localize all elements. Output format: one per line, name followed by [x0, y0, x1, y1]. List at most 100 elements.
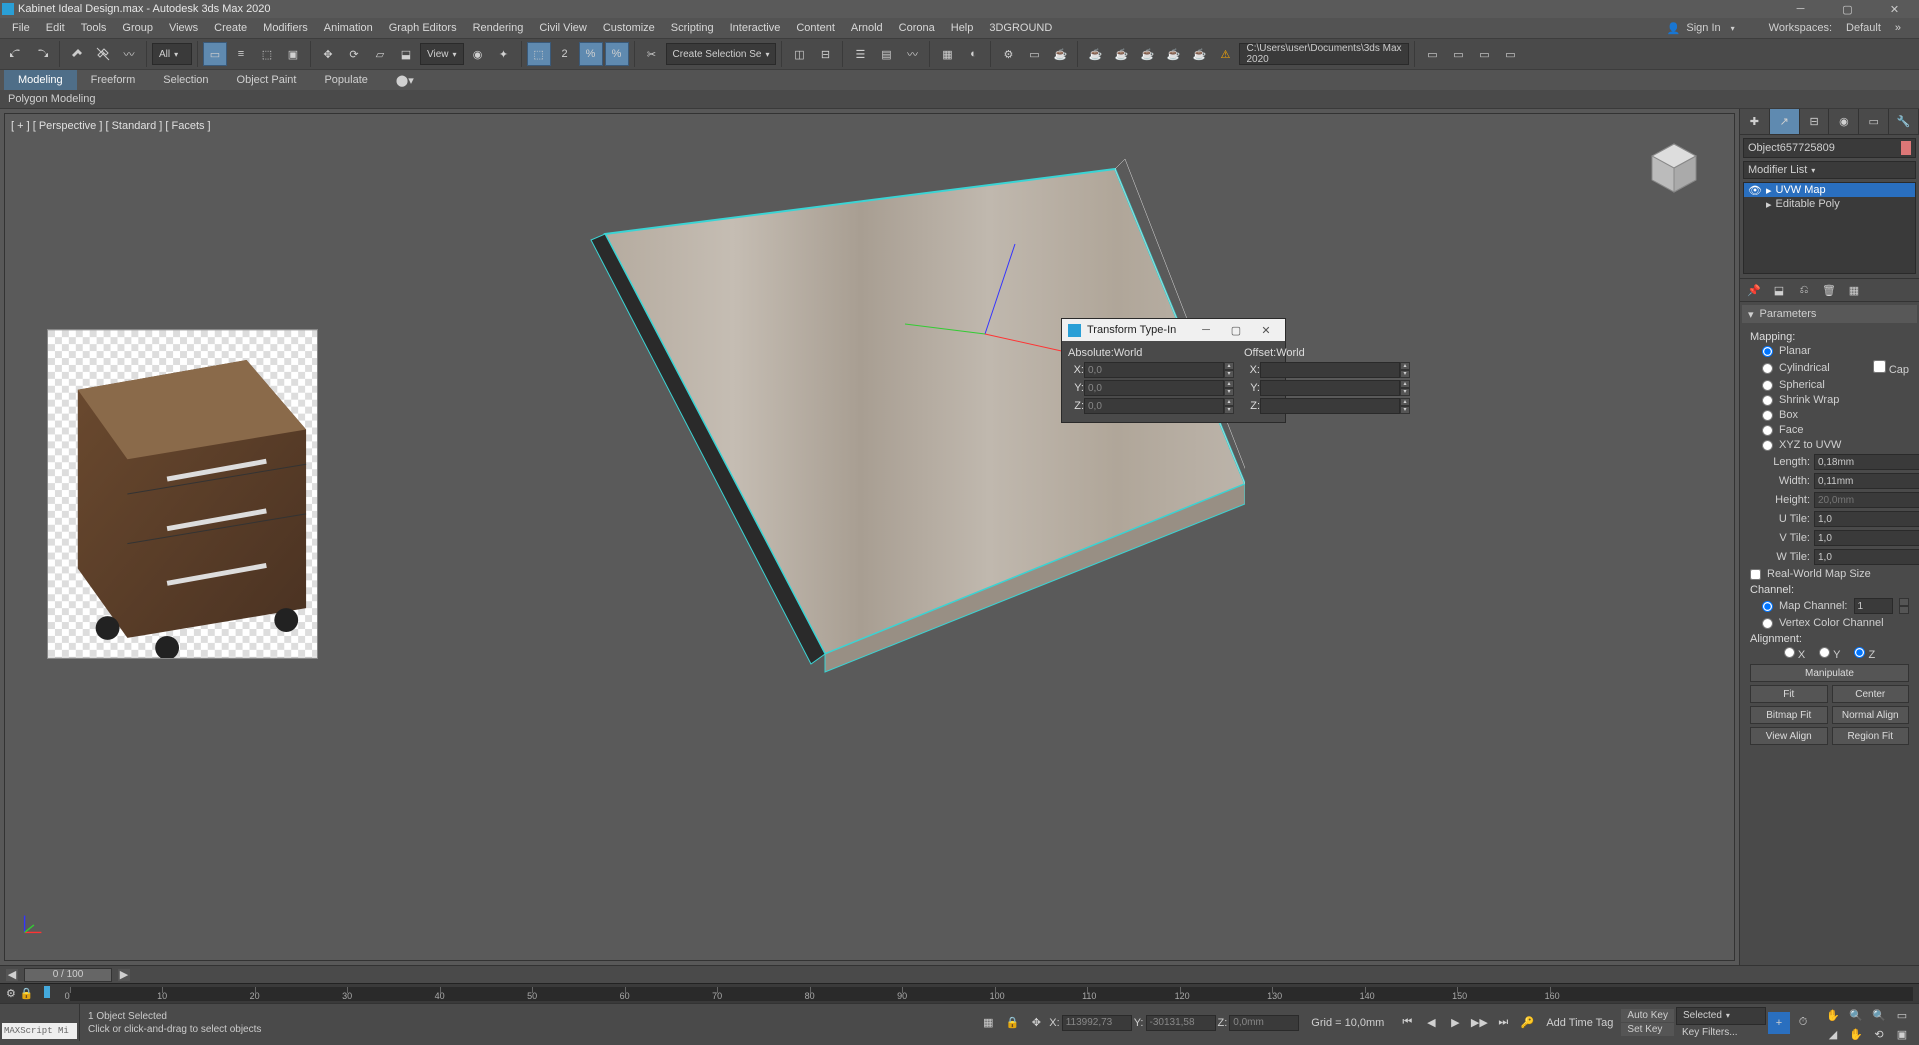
motion-tab[interactable]: ◉ — [1829, 109, 1859, 134]
goto-end-button[interactable]: ⏭ — [1492, 1012, 1514, 1034]
menu-tools[interactable]: Tools — [73, 18, 115, 38]
align-z-radio[interactable] — [1854, 647, 1865, 658]
off-y-input[interactable] — [1260, 380, 1400, 396]
toggle-ribbon-button[interactable]: ▤ — [874, 42, 898, 66]
curve-editor-button[interactable]: 〰 — [900, 42, 924, 66]
render-production-button[interactable]: ☕ — [1048, 42, 1072, 66]
key-filters-button[interactable]: Key Filters... — [1676, 1026, 1766, 1039]
time-config-button[interactable]: ⏱ — [1792, 1012, 1814, 1034]
fov-button[interactable]: ◢ — [1822, 1023, 1844, 1045]
undo-button[interactable] — [4, 42, 28, 66]
viewport-label[interactable]: [ + ] [ Perspective ] [ Standard ] [ Fac… — [11, 120, 211, 132]
teapot-3-icon[interactable]: ☕ — [1135, 42, 1159, 66]
layer-explorer-button[interactable]: ☰ — [848, 42, 872, 66]
object-color-swatch[interactable] — [1901, 141, 1911, 155]
length-input[interactable] — [1814, 454, 1919, 470]
select-move-button[interactable]: ✥ — [316, 42, 340, 66]
track-config-icon[interactable]: ⚙ — [6, 987, 16, 1000]
pin-stack-button[interactable]: 📌 — [1743, 280, 1765, 300]
selection-filter-dropdown[interactable]: All — [152, 43, 192, 65]
sub-ribbon-label[interactable]: Polygon Modeling — [8, 93, 95, 105]
mapping-box-radio[interactable] — [1762, 410, 1773, 421]
modifier-stack[interactable]: 👁▸ UVW Map ▸ Editable Poly — [1743, 182, 1916, 274]
off-z-input[interactable] — [1260, 398, 1400, 414]
extra-tool-1[interactable]: ▭ — [1420, 42, 1444, 66]
mapping-face-radio[interactable] — [1762, 425, 1773, 436]
project-path-display[interactable]: C:\Users\user\Documents\3ds Max 2020 — [1239, 43, 1409, 65]
percent-snap-button[interactable]: % — [579, 42, 603, 66]
menu-customize[interactable]: Customize — [595, 18, 663, 38]
maximize-viewport-button[interactable]: ▣ — [1891, 1023, 1913, 1045]
dialog-minimize-button[interactable]: ─ — [1193, 321, 1219, 339]
workspace-value[interactable]: Default — [1846, 22, 1881, 34]
menu-help[interactable]: Help — [943, 18, 982, 38]
off-z-spinner[interactable]: ▴▾ — [1400, 398, 1410, 414]
orbit-button[interactable]: ⟲ — [1868, 1023, 1890, 1045]
key-filters-selected-dropdown[interactable]: Selected — [1676, 1007, 1766, 1025]
realworld-checkbox[interactable] — [1750, 569, 1761, 580]
eye-icon[interactable]: 👁 — [1748, 184, 1762, 197]
abs-z-spinner[interactable]: ▴▾ — [1224, 398, 1234, 414]
select-object-button[interactable]: ▭ — [203, 42, 227, 66]
bind-spacewarp-button[interactable]: 〰 — [117, 42, 141, 66]
warning-icon[interactable]: ⚠ — [1213, 42, 1237, 66]
menu-group[interactable]: Group — [114, 18, 161, 38]
mirror-button[interactable]: ◫ — [787, 42, 811, 66]
coord-display-mode-button[interactable]: ✥ — [1025, 1012, 1047, 1034]
menu-civil-view[interactable]: Civil View — [531, 18, 594, 38]
ribbon-tab-populate[interactable]: Populate — [310, 70, 381, 90]
vtile-input[interactable] — [1814, 530, 1919, 546]
align-x-radio[interactable] — [1784, 647, 1795, 658]
teapot-4-icon[interactable]: ☕ — [1161, 42, 1185, 66]
add-time-tag-button[interactable]: Add Time Tag — [1546, 1017, 1613, 1029]
create-tab[interactable]: ✚ — [1740, 109, 1770, 134]
menu-corona[interactable]: Corona — [891, 18, 943, 38]
menu-arnold[interactable]: Arnold — [843, 18, 891, 38]
modifier-list-dropdown[interactable]: Modifier List — [1743, 161, 1916, 179]
width-input[interactable] — [1814, 473, 1919, 489]
show-end-result-button[interactable]: ⬓ — [1768, 280, 1790, 300]
isolate-selection-button[interactable]: ▦ — [977, 1012, 999, 1034]
pan-button[interactable]: ✋ — [1845, 1023, 1867, 1045]
teapot-2-icon[interactable]: ☕ — [1109, 42, 1133, 66]
align-y-radio[interactable] — [1819, 647, 1830, 658]
abs-x-spinner[interactable]: ▴▾ — [1224, 362, 1234, 378]
abs-y-input[interactable] — [1084, 380, 1224, 396]
rectangular-selection-button[interactable]: ⬚ — [255, 42, 279, 66]
utile-input[interactable] — [1814, 511, 1919, 527]
extra-tool-2[interactable]: ▭ — [1446, 42, 1470, 66]
schematic-view-button[interactable]: ▦ — [935, 42, 959, 66]
display-tab[interactable]: ▭ — [1859, 109, 1889, 134]
menu-modifiers[interactable]: Modifiers — [255, 18, 316, 38]
configure-modifiersets-button[interactable]: ▦ — [1843, 280, 1865, 300]
auto-key-button[interactable]: Auto Key — [1621, 1009, 1674, 1022]
menu-views[interactable]: Views — [161, 18, 206, 38]
menu-scripting[interactable]: Scripting — [663, 18, 722, 38]
time-next-button[interactable]: ▶ — [118, 969, 130, 981]
mapping-spherical-radio[interactable] — [1762, 380, 1773, 391]
set-key-button[interactable]: Set Key — [1621, 1023, 1674, 1036]
coord-x-input[interactable] — [1062, 1015, 1132, 1031]
abs-x-input[interactable] — [1084, 362, 1224, 378]
select-manipulate-button[interactable]: ✦ — [492, 42, 516, 66]
next-frame-button[interactable]: ▶▶ — [1468, 1012, 1490, 1034]
key-mode-button[interactable]: 🔑 — [1516, 1012, 1538, 1034]
extra-tool-4[interactable]: ▭ — [1498, 42, 1522, 66]
mapchannel-input[interactable] — [1854, 598, 1894, 614]
cap-checkbox[interactable] — [1873, 360, 1886, 373]
mapchannel-radio[interactable] — [1762, 601, 1773, 612]
dialog-maximize-button[interactable]: ▢ — [1223, 321, 1249, 339]
abs-z-input[interactable] — [1084, 398, 1224, 414]
render-setup-button[interactable]: ⚙ — [996, 42, 1020, 66]
object-name-field[interactable]: Object657725809 — [1743, 138, 1916, 158]
track-marker[interactable] — [44, 986, 50, 998]
time-slider[interactable]: 0 / 100 — [24, 968, 112, 982]
ribbon-tab-modeling[interactable]: Modeling — [4, 70, 77, 90]
teapot-1-icon[interactable]: ☕ — [1083, 42, 1107, 66]
selection-lock-button[interactable]: 🔒 — [1001, 1012, 1023, 1034]
ribbon-tab-selection[interactable]: Selection — [149, 70, 222, 90]
menu-edit[interactable]: Edit — [38, 18, 73, 38]
menu-interactive[interactable]: Interactive — [722, 18, 789, 38]
menu-animation[interactable]: Animation — [316, 18, 381, 38]
stack-item-uvw-map[interactable]: 👁▸ UVW Map — [1744, 183, 1915, 197]
